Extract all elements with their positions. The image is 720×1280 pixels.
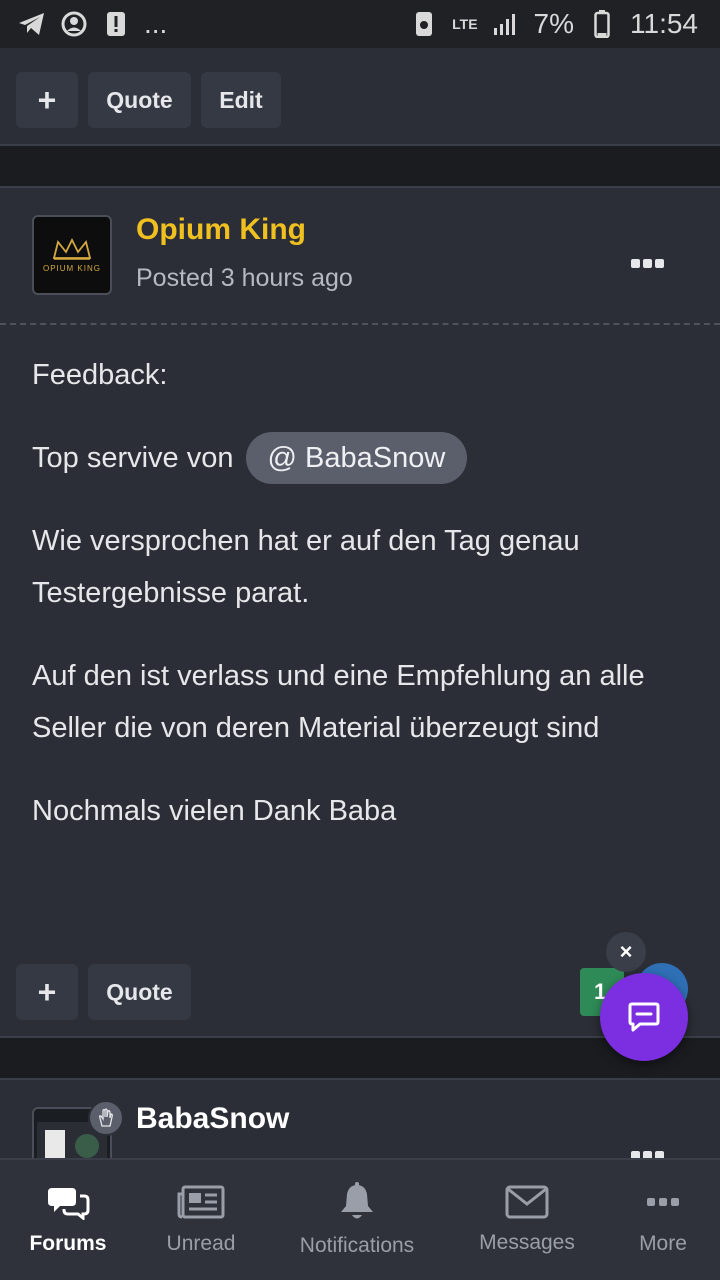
nav-messages[interactable]: Messages	[472, 1160, 582, 1280]
author-name[interactable]: Opium King	[136, 213, 306, 247]
bottom-navigation: Forums Unread Notifications Messages Mor…	[0, 1158, 720, 1280]
paragraph: Wie versprochen hat er auf den Tag genau…	[32, 525, 580, 609]
chat-button[interactable]	[600, 973, 688, 1061]
account-circle-icon	[60, 10, 88, 38]
quote-button[interactable]: Quote	[88, 72, 191, 128]
post-content: Feedback: Top servive von @ BabaSnow Wie…	[32, 349, 682, 868]
post-options-icon[interactable]	[631, 259, 664, 268]
paragraph: Auf den ist verlass und eine Empfehlung …	[32, 660, 645, 744]
newspaper-icon	[177, 1185, 225, 1219]
nav-label: Unread	[166, 1232, 236, 1255]
telegram-icon	[18, 10, 46, 38]
paragraph: Top servive von @ BabaSnow	[32, 432, 682, 484]
edit-button[interactable]: Edit	[201, 72, 281, 128]
paragraph-text: Top servive von	[32, 442, 242, 474]
nav-more[interactable]: More	[628, 1160, 698, 1280]
forums-icon	[48, 1188, 90, 1220]
clock: 11:54	[630, 8, 698, 39]
more-dots-icon	[647, 1198, 679, 1206]
post-options-icon[interactable]	[631, 1151, 664, 1158]
next-post-card: BabaSnow	[0, 1080, 720, 1158]
previous-post-footer: + Quote Edit	[0, 48, 720, 146]
quote-button[interactable]: Quote	[88, 964, 191, 1020]
header-divider	[0, 323, 720, 325]
author-name[interactable]: BabaSnow	[136, 1102, 289, 1136]
more-notifications: ...	[144, 8, 168, 39]
paragraph: Feedback:	[32, 359, 168, 391]
nav-forums[interactable]: Forums	[22, 1160, 114, 1280]
nav-label: Messages	[479, 1231, 575, 1254]
battery-icon	[588, 10, 616, 38]
nav-label: Forums	[29, 1232, 107, 1255]
post-timestamp[interactable]: Posted 3 hours ago	[136, 264, 353, 293]
user-mention[interactable]: @ BabaSnow	[245, 432, 468, 484]
avatar-logo-text: OPIUM KING	[42, 263, 101, 273]
plus-button[interactable]: +	[16, 964, 78, 1020]
screen: ... LTE 7% 11:54 + Quote Edit OPIUM KING…	[0, 0, 720, 1280]
signal-icon	[492, 10, 520, 38]
close-chat-button[interactable]: ×	[606, 932, 646, 972]
status-bar: ... LTE 7% 11:54	[0, 0, 720, 48]
lte-indicator: LTE	[452, 16, 478, 32]
nav-unread[interactable]: Unread	[156, 1160, 246, 1280]
crown-icon	[52, 237, 92, 260]
post-separator	[0, 146, 720, 186]
plus-button[interactable]: +	[16, 72, 78, 128]
chat-bubble-icon	[628, 1002, 660, 1032]
alert-icon	[102, 10, 130, 38]
post-card: OPIUM KING Opium King Posted 3 hours ago…	[0, 188, 720, 1036]
battery-percent: 7%	[533, 8, 574, 39]
bell-icon	[341, 1182, 373, 1219]
paragraph: Nochmals vielen Dank Baba	[32, 795, 397, 827]
envelope-icon	[505, 1185, 549, 1219]
data-saver-icon	[410, 10, 438, 38]
author-avatar[interactable]: OPIUM KING	[32, 215, 112, 295]
hand-icon	[88, 1100, 124, 1136]
nav-notifications[interactable]: Notifications	[292, 1160, 422, 1280]
nav-label: More	[639, 1232, 687, 1255]
nav-label: Notifications	[299, 1234, 415, 1257]
